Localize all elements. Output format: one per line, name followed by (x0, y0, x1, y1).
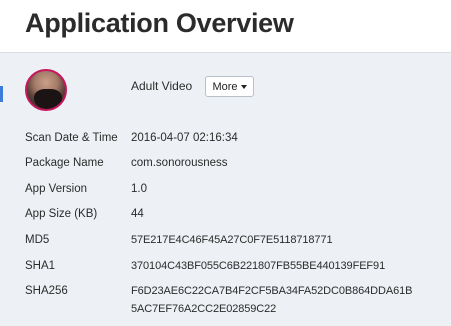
app-version-label: App Version (25, 183, 88, 195)
package-name-value: com.sonorousness (131, 157, 228, 169)
sha1-label: SHA1 (25, 260, 56, 272)
more-button[interactable]: More (205, 76, 254, 97)
page-title: Application Overview (25, 8, 294, 38)
sha256-value-line1: F6D23AE6C22CA7B4F2CF5BA34FA52DC0B864DDA6… (131, 285, 413, 297)
side-tab-indicator[interactable] (0, 86, 3, 102)
app-size-value: 44 (131, 208, 144, 220)
sha256-value-line2: 5AC7EF76A2CC2E02859C22 (131, 303, 277, 315)
scan-date-value: 2016-04-07 02:16:34 (131, 132, 238, 144)
app-size-label: App Size (KB) (25, 208, 98, 220)
app-name: Adult Video (131, 79, 193, 93)
app-avatar (25, 69, 67, 111)
caret-down-icon (240, 85, 247, 89)
page-header: Application Overview (0, 0, 451, 53)
package-name-label: Package Name (25, 157, 104, 169)
more-button-label: More (212, 80, 238, 93)
sha256-label: SHA256 (25, 285, 68, 297)
scan-date-label: Scan Date & Time (25, 132, 118, 144)
sha1-value: 370104C43BF055C6B221807FB55BE440139FEF91 (131, 260, 386, 272)
md5-value: 57E217E4C46F45A27C0F7E5118718771 (131, 234, 333, 246)
app-version-value: 1.0 (131, 183, 147, 195)
md5-label: MD5 (25, 234, 50, 246)
